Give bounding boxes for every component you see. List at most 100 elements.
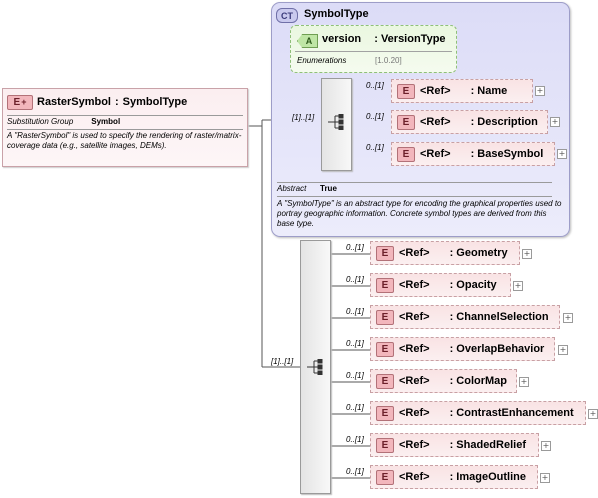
element-name: : BaseSymbol: [470, 148, 544, 160]
extension-sequence-cardinality: [1]..[1]: [271, 357, 294, 366]
ref-label: <Ref>: [399, 343, 430, 355]
cardinality-label: 0..[1]: [346, 435, 364, 444]
element-name: : Description: [470, 116, 538, 128]
cardinality-label: 0..[1]: [346, 403, 364, 412]
element-icon: E: [397, 146, 415, 162]
abstract-label: Abstract: [277, 184, 307, 193]
element-icon: E: [376, 373, 394, 389]
element-icon: E: [376, 277, 394, 293]
expand-icon[interactable]: +: [513, 281, 523, 291]
element-name: : ChannelSelection: [449, 311, 549, 323]
ref-element-description[interactable]: E <Ref> : Description: [391, 110, 548, 134]
ref-label: <Ref>: [399, 279, 430, 291]
attribute-box[interactable]: A version : VersionType Enumerations [1.…: [290, 25, 457, 73]
root-element-type: SymbolType: [122, 96, 188, 108]
cardinality-label: 0..[1]: [366, 112, 384, 121]
attribute-separator: :: [374, 33, 378, 45]
element-name: : ImageOutline: [449, 471, 526, 483]
element-icon: E: [376, 469, 394, 485]
attribute-type: VersionType: [380, 33, 446, 45]
cardinality-label: 0..[1]: [346, 339, 364, 348]
substitution-group-value: Symbol: [91, 117, 121, 126]
element-name: : Opacity: [449, 279, 497, 291]
element-badge-label: E: [13, 96, 21, 108]
cardinality-label: 0..[1]: [366, 143, 384, 152]
ref-element-imageoutline[interactable]: E <Ref> : ImageOutline: [370, 465, 538, 489]
substitution-group-label: Substitution Group: [7, 117, 74, 126]
element-name: : ContrastEnhancement: [449, 407, 574, 419]
sequence-icon: [328, 114, 344, 130]
expand-icon[interactable]: +: [588, 409, 598, 419]
element-icon: E: [376, 437, 394, 453]
attribute-name: version: [322, 33, 362, 45]
element-name: : Name: [470, 85, 508, 97]
element-icon: E: [397, 114, 415, 130]
ref-element-opacity[interactable]: E <Ref> : Opacity: [370, 273, 511, 297]
expand-icon[interactable]: +: [563, 313, 573, 323]
expand-icon[interactable]: +: [519, 377, 529, 387]
sequence-icon: [307, 359, 323, 375]
expand-icon[interactable]: +: [557, 149, 567, 159]
ref-label: <Ref>: [420, 85, 451, 97]
cardinality-label: 0..[1]: [346, 467, 364, 476]
complex-type-name: SymbolType: [304, 8, 369, 20]
expand-icon: +: [21, 97, 27, 107]
expand-icon[interactable]: +: [558, 345, 568, 355]
root-element-name: RasterSymbol: [37, 96, 111, 108]
cardinality-label: 0..[1]: [346, 371, 364, 380]
cardinality-label: 0..[1]: [346, 307, 364, 316]
element-name: : ShadedRelief: [449, 439, 526, 451]
type-sequence-cardinality: [1]..[1]: [292, 113, 315, 122]
element-icon: E +: [7, 94, 33, 110]
root-element-documentation: A "RasterSymbol" is used to specify the …: [7, 131, 242, 150]
element-icon: E: [376, 405, 394, 421]
ref-element-contrastenhancement[interactable]: E <Ref> : ContrastEnhancement: [370, 401, 586, 425]
ref-label: <Ref>: [420, 116, 451, 128]
complex-type-documentation: A "SymbolType" is an abstract type for e…: [277, 199, 562, 228]
element-icon: E: [376, 309, 394, 325]
ref-label: <Ref>: [399, 375, 430, 387]
ref-label: <Ref>: [399, 407, 430, 419]
expand-icon[interactable]: +: [535, 86, 545, 96]
element-name: : OverlapBehavior: [449, 343, 545, 355]
ref-element-overlapbehavior[interactable]: E <Ref> : OverlapBehavior: [370, 337, 555, 361]
ref-element-colormap[interactable]: E <Ref> : ColorMap: [370, 369, 517, 393]
divider: [7, 129, 243, 130]
substitution-group: Substitution Group Symbol: [7, 117, 120, 126]
divider: [277, 196, 552, 197]
ref-label: <Ref>: [399, 247, 430, 259]
divider: [7, 115, 243, 116]
ref-label: <Ref>: [399, 439, 430, 451]
attribute-title: version : VersionType: [322, 33, 446, 45]
ref-label: <Ref>: [399, 311, 430, 323]
cardinality-label: 0..[1]: [346, 243, 364, 252]
expand-icon[interactable]: +: [541, 441, 551, 451]
ref-element-geometry[interactable]: E <Ref> : Geometry: [370, 241, 520, 265]
ref-label: <Ref>: [420, 148, 451, 160]
root-element-header: E + RasterSymbol : SymbolType: [7, 93, 187, 111]
enumerations-label: Enumerations: [297, 56, 347, 65]
element-name: : ColorMap: [449, 375, 508, 387]
attribute-icon: A: [297, 34, 318, 48]
cardinality-label: 0..[1]: [346, 275, 364, 284]
ref-element-basesymbol[interactable]: E <Ref> : BaseSymbol: [391, 142, 555, 166]
ref-element-channelselection[interactable]: E <Ref> : ChannelSelection: [370, 305, 560, 329]
element-icon: E: [376, 245, 394, 261]
element-icon: E: [376, 341, 394, 357]
abstract-value: True: [320, 184, 337, 193]
expand-icon[interactable]: +: [540, 473, 550, 483]
element-icon: E: [397, 83, 415, 99]
complex-type-icon: CT: [276, 8, 298, 23]
expand-icon[interactable]: +: [550, 117, 560, 127]
enumerations-value: [1.0.20]: [375, 56, 402, 65]
ref-label: <Ref>: [399, 471, 430, 483]
root-element-box[interactable]: E + RasterSymbol : SymbolType Substitutio…: [2, 88, 248, 167]
ref-element-shadedrelief[interactable]: E <Ref> : ShadedRelief: [370, 433, 539, 457]
divider: [295, 51, 452, 52]
element-name: : Geometry: [449, 247, 508, 259]
divider: [277, 182, 552, 183]
cardinality-label: 0..[1]: [366, 81, 384, 90]
ref-element-name[interactable]: E <Ref> : Name: [391, 79, 533, 103]
root-element-separator: :: [114, 96, 119, 108]
expand-icon[interactable]: +: [522, 249, 532, 259]
